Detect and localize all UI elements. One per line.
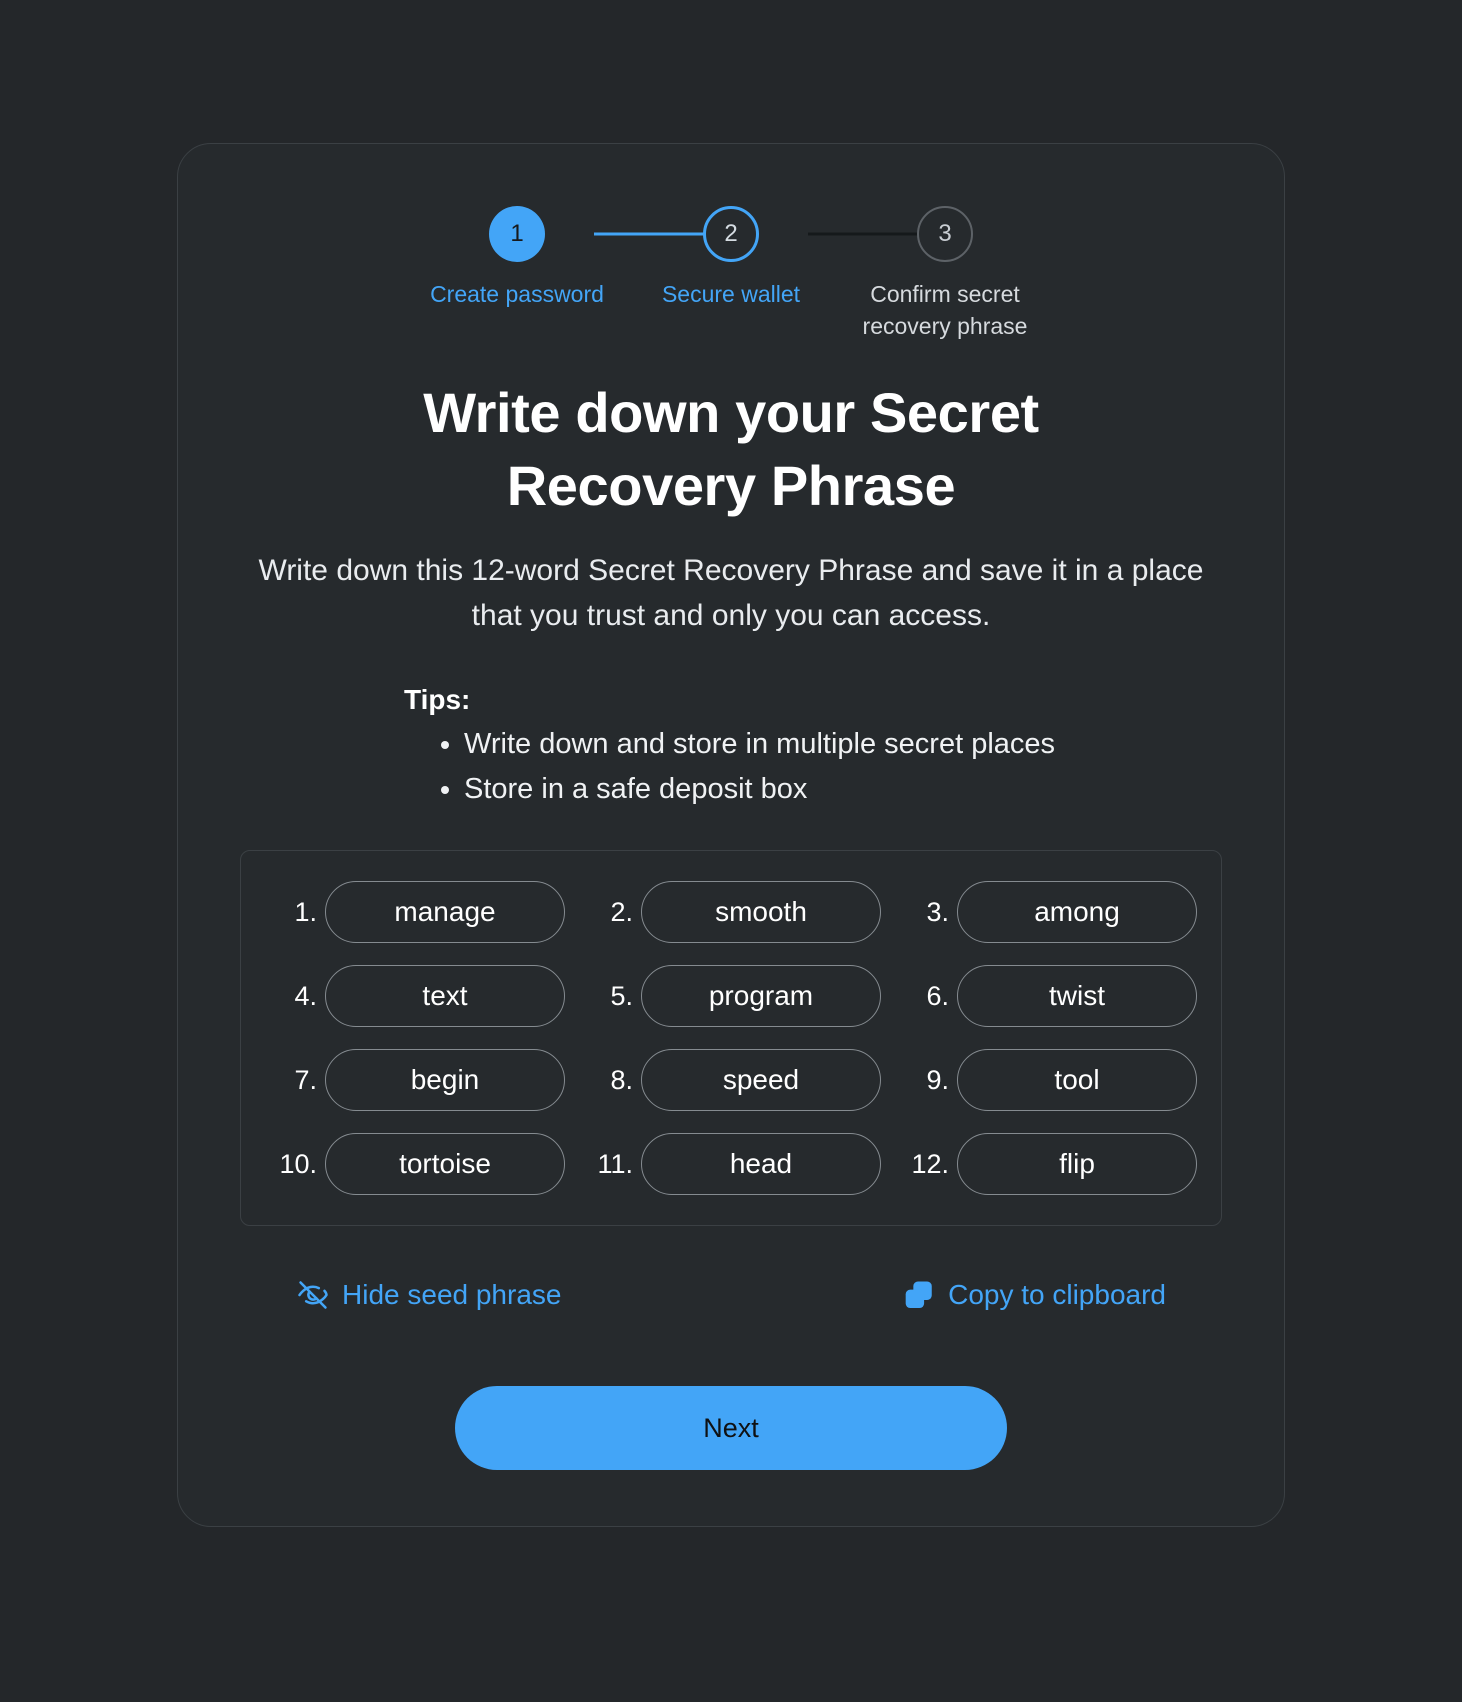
step-3-circle-row: 3	[808, 204, 1052, 264]
seed-row: 10. tortoise 11. head 12. flip	[265, 1133, 1197, 1195]
seed-index: 6.	[926, 980, 949, 1011]
step-2-circle-row: 2	[594, 204, 838, 264]
seed-word-chip[interactable]: speed	[641, 1049, 881, 1111]
step-1-number: 1	[510, 220, 524, 247]
seed-word-5: 5. program	[581, 965, 881, 1027]
seed-word-chip[interactable]: tortoise	[325, 1133, 565, 1195]
seed-index: 8.	[610, 1064, 633, 1095]
step-3-label: Confirm secret recovery phrase	[862, 281, 1028, 339]
hide-seed-phrase-button[interactable]: Hide seed phrase	[296, 1278, 561, 1312]
progress-stepper: 1 Create password 2 Secure wallet 3 Conf…	[234, 204, 1228, 342]
eye-off-icon	[296, 1278, 330, 1312]
step-2-label: Secure wallet	[661, 281, 801, 307]
step-1-circle-row: 1	[410, 204, 624, 264]
connector-1-2	[594, 232, 704, 236]
seed-word-4: 4. text	[265, 965, 565, 1027]
seed-index: 3.	[926, 896, 949, 927]
step-1-label: Create password	[430, 281, 604, 307]
seed-word-chip[interactable]: tool	[957, 1049, 1197, 1111]
seed-index: 7.	[294, 1064, 317, 1095]
seed-phrase-grid: 1. manage 2. smooth 3. among 4. text 5. …	[240, 850, 1222, 1226]
step-2-badge: 2	[703, 206, 759, 262]
seed-word-12: 12. flip	[897, 1133, 1197, 1195]
step-1-create-password[interactable]: 1 Create password	[410, 204, 624, 342]
step-3-confirm-phrase[interactable]: 3 Confirm secret recovery phrase	[808, 204, 1052, 342]
hide-seed-phrase-label: Hide seed phrase	[342, 1279, 562, 1310]
step-2-secure-wallet[interactable]: 2 Secure wallet	[594, 204, 838, 342]
seed-word-1: 1. manage	[265, 881, 565, 943]
seed-word-chip[interactable]: text	[325, 965, 565, 1027]
copy-to-clipboard-label: Copy to clipboard	[948, 1279, 1166, 1310]
copy-icon	[902, 1278, 936, 1312]
seed-word-6: 6. twist	[897, 965, 1197, 1027]
step-3-badge: 3	[917, 206, 973, 262]
seed-index: 11.	[597, 1148, 633, 1179]
step-3-number: 3	[938, 220, 952, 247]
tips-list-item: Store in a safe deposit box	[464, 767, 1228, 812]
seed-index: 12.	[911, 1148, 949, 1179]
step-2-number: 2	[724, 220, 738, 247]
seed-word-chip[interactable]: flip	[957, 1133, 1197, 1195]
seed-word-chip[interactable]: program	[641, 965, 881, 1027]
seed-index: 2.	[610, 896, 633, 927]
seed-index: 10.	[279, 1148, 317, 1179]
seed-word-10: 10. tortoise	[265, 1133, 565, 1195]
seed-word-7: 7. begin	[265, 1049, 565, 1111]
next-button[interactable]: Next	[455, 1386, 1007, 1470]
seed-word-11: 11. head	[581, 1133, 881, 1195]
seed-word-chip[interactable]: manage	[325, 881, 565, 943]
seed-word-9: 9. tool	[897, 1049, 1197, 1111]
page-subtitle: Write down this 12-word Secret Recovery …	[258, 554, 1204, 632]
seed-word-chip[interactable]: smooth	[641, 881, 881, 943]
seed-row: 1. manage 2. smooth 3. among	[265, 881, 1197, 943]
seed-index: 5.	[610, 980, 633, 1011]
seed-word-chip[interactable]: head	[641, 1133, 881, 1195]
tips-title: Tips:	[404, 684, 471, 715]
seed-index: 4.	[294, 980, 317, 1011]
seed-row: 4. text 5. program 6. twist	[265, 965, 1197, 1027]
action-links: Hide seed phrase Copy to clipboard	[296, 1278, 1166, 1312]
seed-word-chip[interactable]: among	[957, 881, 1197, 943]
page-title: Write down your Secret Recovery Phrase	[423, 381, 1039, 517]
seed-word-3: 3. among	[897, 881, 1197, 943]
seed-word-chip[interactable]: begin	[325, 1049, 565, 1111]
page-root: 1 Create password 2 Secure wallet 3 Conf…	[0, 0, 1462, 1702]
onboarding-card: 1 Create password 2 Secure wallet 3 Conf…	[177, 143, 1285, 1527]
seed-row: 7. begin 8. speed 9. tool	[265, 1049, 1197, 1111]
copy-to-clipboard-button[interactable]: Copy to clipboard	[902, 1278, 1166, 1312]
seed-word-8: 8. speed	[581, 1049, 881, 1111]
connector-2-3	[808, 232, 918, 236]
seed-word-chip[interactable]: twist	[957, 965, 1197, 1027]
tips-list: Write down and store in multiple secret …	[404, 722, 1228, 812]
step-1-badge: 1	[489, 206, 545, 262]
tips-section: Tips: Write down and store in multiple s…	[234, 684, 1228, 812]
seed-index: 9.	[926, 1064, 949, 1095]
tips-list-item: Write down and store in multiple secret …	[464, 722, 1228, 767]
seed-word-2: 2. smooth	[581, 881, 881, 943]
seed-index: 1.	[294, 896, 317, 927]
